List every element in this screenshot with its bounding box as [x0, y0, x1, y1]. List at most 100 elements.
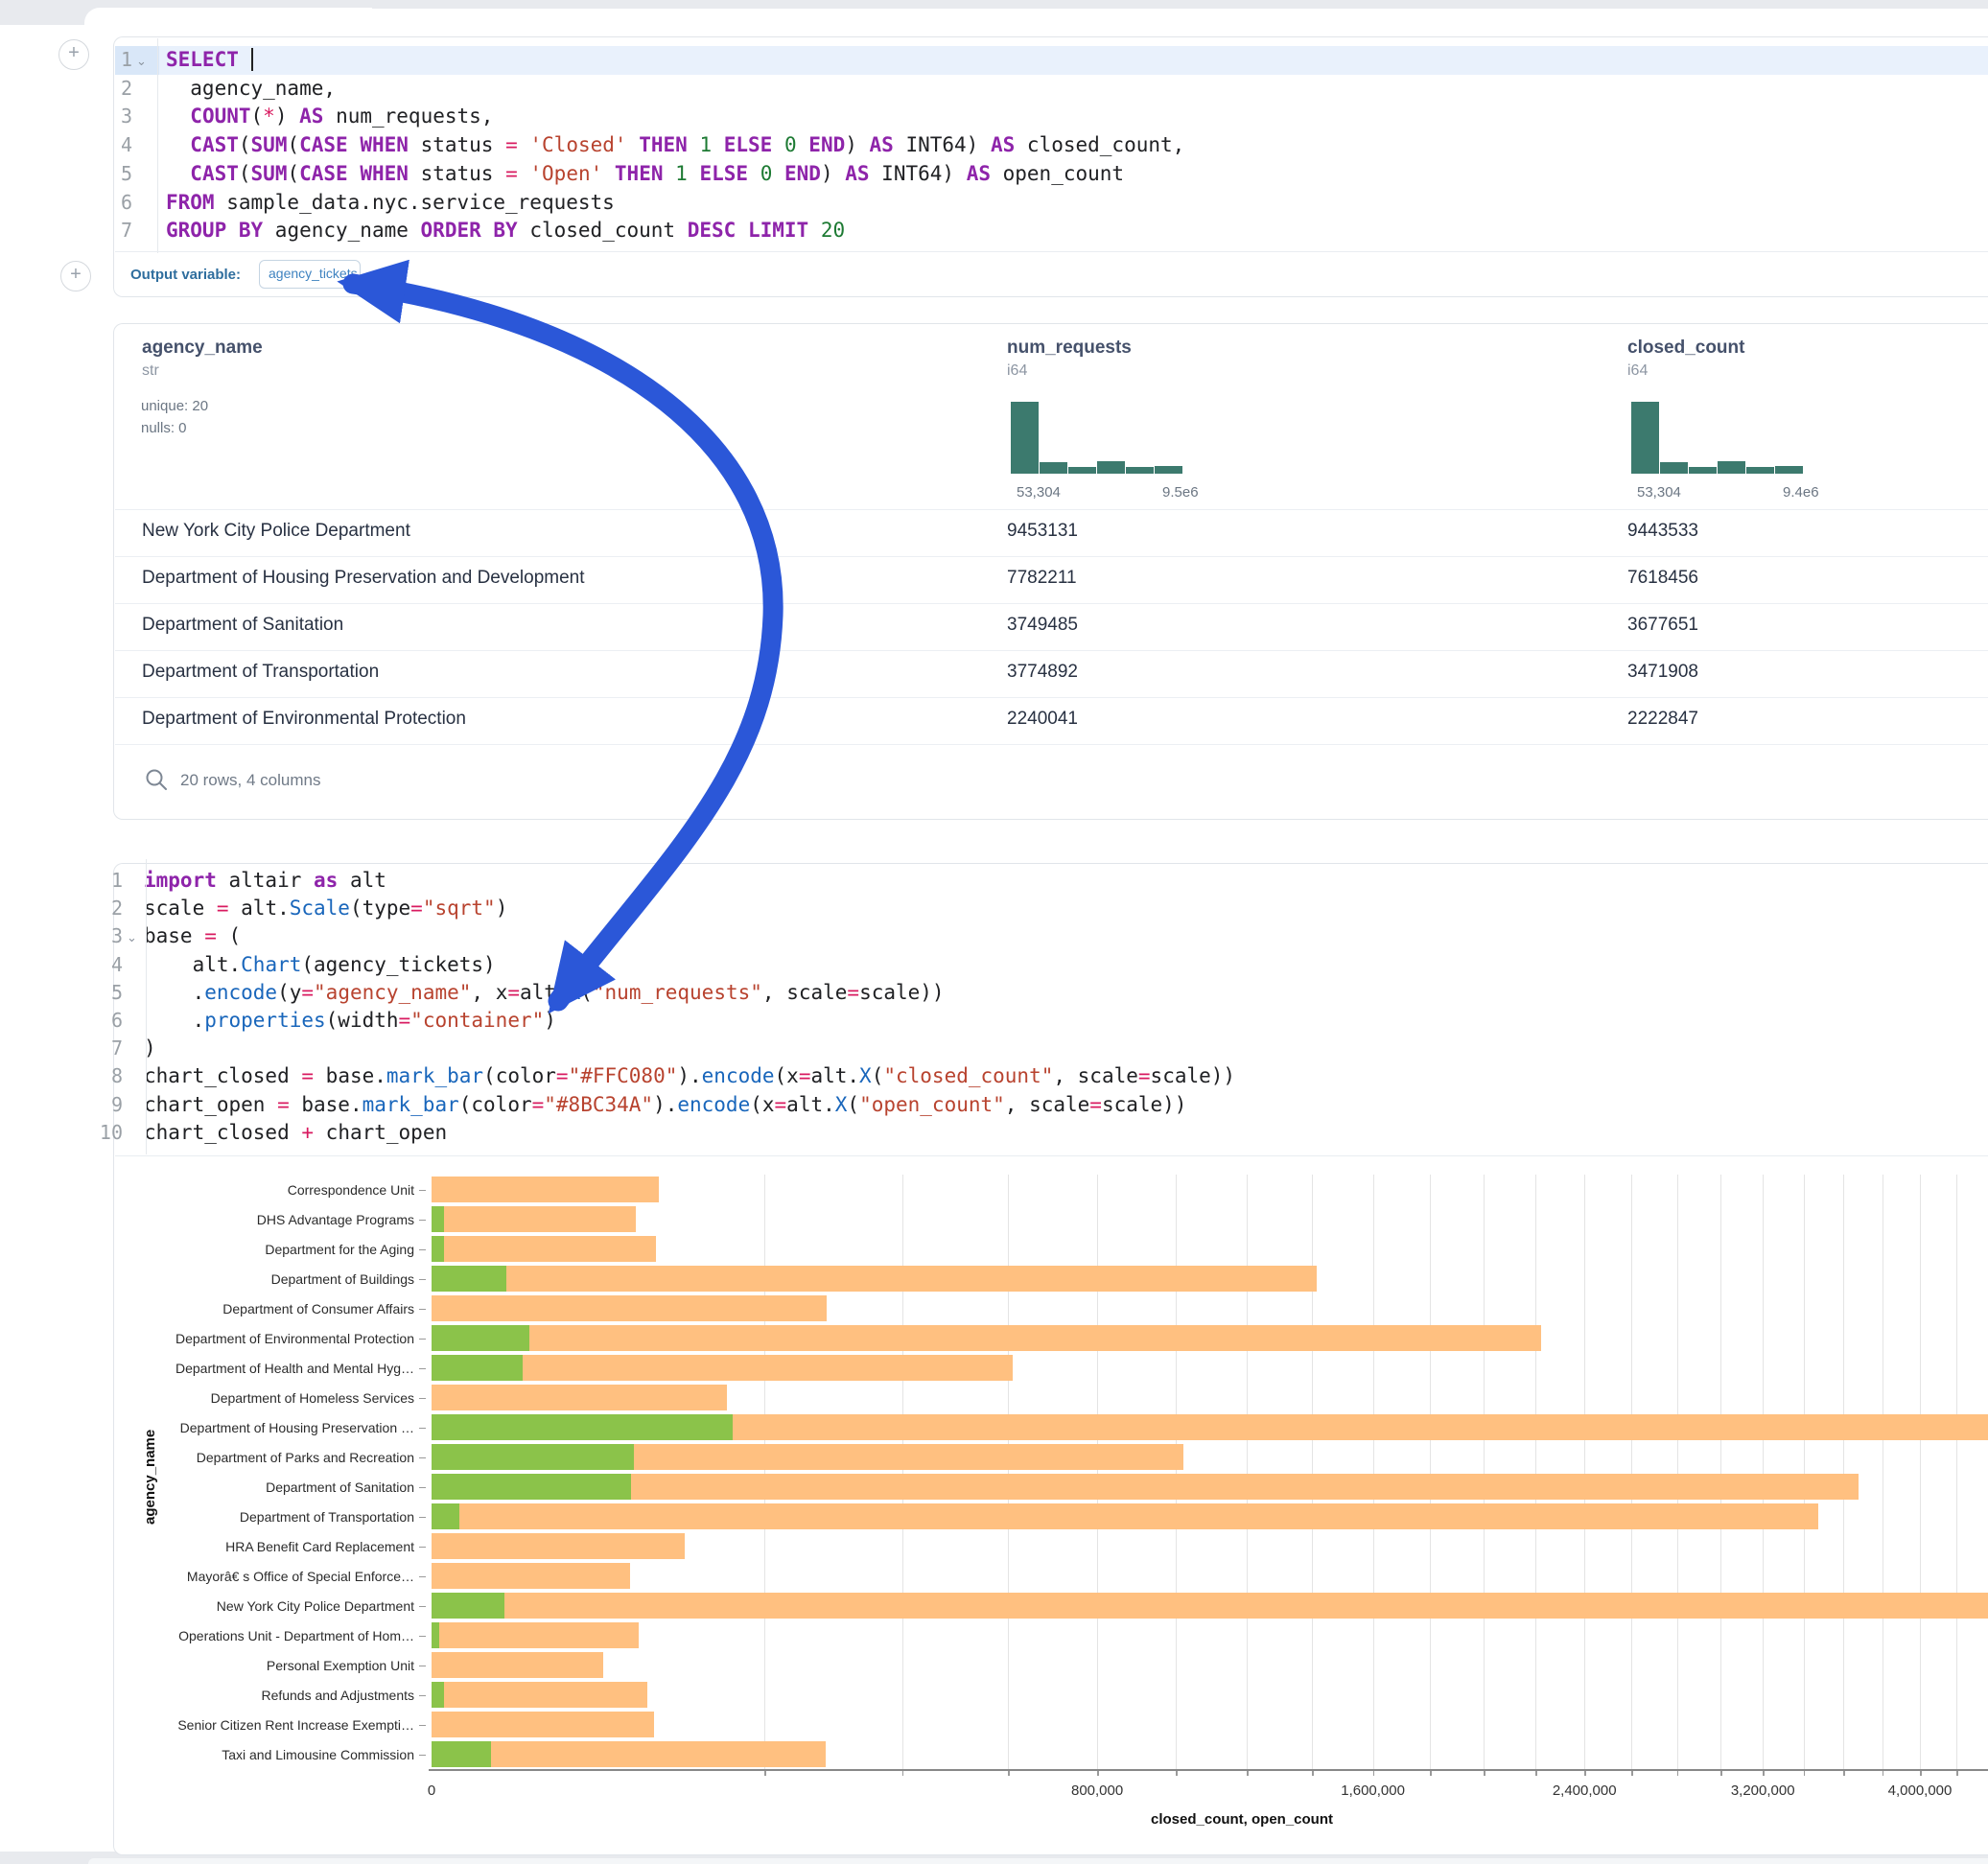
code-line[interactable]: chart_open = base.mark_bar(color="#8BC34…	[144, 1091, 1186, 1119]
bar-closed-count[interactable]	[432, 1682, 647, 1708]
histogram-max-label: 9.4e6	[1783, 484, 1819, 501]
code-line[interactable]: base = (	[144, 922, 241, 950]
bar-closed-count[interactable]	[432, 1652, 603, 1678]
code-line[interactable]: chart_closed + chart_open	[144, 1119, 447, 1147]
fold-chevron-icon[interactable]: ⌄	[136, 47, 147, 75]
bar-open-count[interactable]	[432, 1355, 523, 1381]
bar-open-count[interactable]	[432, 1266, 506, 1292]
bar-closed-count[interactable]	[432, 1503, 1818, 1529]
cell-agency-name: Department of Housing Preservation and D…	[142, 568, 585, 589]
add-cell-button-middle[interactable]: +	[60, 261, 91, 291]
column-type: i64	[1627, 362, 1648, 380]
bar-closed-count[interactable]	[432, 1385, 727, 1410]
column-header-num_requests[interactable]: num_requests	[1007, 338, 1132, 359]
table-row[interactable]: Department of Sanitation37494853677651	[115, 603, 1988, 650]
gridline	[1720, 1175, 1721, 1769]
notebook-page: + + 1⌄SELECT 2 agency_name,3 COUNT(*) AS…	[0, 0, 1988, 1864]
gridline	[1008, 1175, 1009, 1769]
bar-closed-count[interactable]	[432, 1266, 1317, 1292]
bar-open-count[interactable]	[432, 1622, 439, 1648]
bar-closed-count[interactable]	[432, 1236, 656, 1262]
bar-open-count[interactable]	[432, 1236, 444, 1262]
column-header-closed_count[interactable]: closed_count	[1627, 338, 1744, 359]
cell-agency-name: Department of Environmental Protection	[142, 709, 466, 730]
code-line[interactable]: COUNT(*) AS num_requests,	[166, 103, 493, 130]
y-axis-tick	[419, 1190, 426, 1192]
table-row[interactable]: Department of Housing Preservation and D…	[115, 556, 1988, 603]
gutter-separator	[146, 859, 147, 1154]
x-axis-line	[429, 1769, 1988, 1771]
code-line[interactable]: CAST(SUM(CASE WHEN status = 'Open' THEN …	[166, 160, 1124, 188]
histogram-max-label: 9.5e6	[1162, 484, 1199, 501]
x-axis-title: closed_count, open_count	[1151, 1811, 1333, 1828]
bar-closed-count[interactable]	[432, 1712, 654, 1737]
y-axis-label: Taxi and Limousine Commission	[125, 1747, 414, 1762]
cell-num-requests: 3749485	[1007, 615, 1078, 636]
y-axis-title: agency_name	[142, 1430, 158, 1525]
sql-cell-divider	[115, 251, 1988, 252]
bar-open-count[interactable]	[432, 1325, 529, 1351]
add-cell-button-top[interactable]: +	[58, 39, 89, 70]
code-line[interactable]: scale = alt.Scale(type="sqrt")	[144, 895, 507, 922]
table-search-icon[interactable]	[144, 767, 169, 792]
code-line[interactable]: GROUP BY agency_name ORDER BY closed_cou…	[166, 217, 845, 245]
bar-open-count[interactable]	[432, 1206, 444, 1232]
code-line[interactable]: agency_name,	[166, 75, 336, 103]
fold-chevron-icon[interactable]: ⌄	[127, 923, 137, 951]
y-axis-tick	[419, 1755, 426, 1757]
table-row[interactable]: New York City Police Department945313194…	[115, 509, 1988, 556]
y-axis-tick	[419, 1547, 426, 1549]
bar-open-count[interactable]	[432, 1503, 459, 1529]
table-row[interactable]: Department of Environmental Protection 22…	[115, 697, 1988, 744]
column-header-agency_name[interactable]: agency_name	[142, 338, 263, 359]
gridline	[1584, 1175, 1585, 1769]
cell-closed-count: 2222847	[1627, 709, 1698, 730]
bar-open-count[interactable]	[432, 1474, 631, 1500]
gridline	[1920, 1175, 1921, 1769]
cell-num-requests: 2240041	[1007, 709, 1078, 730]
line-number: 5	[79, 979, 123, 1007]
line-number: 1	[88, 46, 132, 74]
code-line[interactable]: chart_closed = base.mark_bar(color="#FFC…	[144, 1062, 1235, 1090]
bar-closed-count[interactable]	[432, 1474, 1859, 1500]
y-axis-tick	[419, 1457, 426, 1459]
x-axis-tick-label: 800,000	[1071, 1782, 1123, 1799]
gutter-separator	[157, 38, 158, 253]
bar-open-count[interactable]	[432, 1414, 733, 1440]
code-line[interactable]: SELECT	[166, 46, 251, 74]
output-variable-pill[interactable]: agency_tickets	[259, 260, 361, 289]
cell-agency-name: New York City Police Department	[142, 521, 410, 542]
bar-closed-count[interactable]	[432, 1206, 636, 1232]
bar-closed-count[interactable]	[432, 1622, 639, 1648]
bar-closed-count[interactable]	[432, 1593, 1988, 1619]
y-axis-tick	[419, 1368, 426, 1370]
column-histogram	[1011, 402, 1183, 474]
cell-closed-count: 3677651	[1627, 615, 1698, 636]
bar-open-count[interactable]	[432, 1741, 491, 1767]
code-line[interactable]: FROM sample_data.nyc.service_requests	[166, 189, 615, 217]
code-line[interactable]: import altair as alt	[144, 867, 386, 895]
y-axis-tick	[419, 1339, 426, 1340]
bar-open-count[interactable]	[432, 1444, 634, 1470]
x-axis-tick-label: 3,200,000	[1731, 1782, 1795, 1799]
bar-open-count[interactable]	[432, 1593, 504, 1619]
gridline	[1535, 1175, 1536, 1769]
bar-closed-count[interactable]	[432, 1295, 827, 1321]
code-line[interactable]: .properties(width="container")	[144, 1007, 556, 1035]
table-row[interactable]: Department of Transportation377489234719…	[115, 650, 1988, 697]
code-line[interactable]: CAST(SUM(CASE WHEN status = 'Closed' THE…	[166, 131, 1184, 159]
bar-closed-count[interactable]	[432, 1533, 685, 1559]
bar-closed-count[interactable]	[432, 1563, 630, 1589]
y-axis-tick	[419, 1666, 426, 1667]
cell-closed-count: 9443533	[1627, 521, 1698, 542]
output-variable-label: Output variable:	[130, 267, 241, 283]
code-line[interactable]: alt.Chart(agency_tickets)	[144, 951, 496, 979]
code-line[interactable]: .encode(y="agency_name", x=alt.X("num_re…	[144, 979, 945, 1007]
gridline	[1176, 1175, 1177, 1769]
bar-closed-count[interactable]	[432, 1325, 1541, 1351]
cell-num-requests: 7782211	[1007, 568, 1077, 589]
gridline	[1843, 1175, 1844, 1769]
bar-open-count[interactable]	[432, 1682, 444, 1708]
bar-closed-count[interactable]	[432, 1177, 659, 1202]
y-axis-label: Personal Exemption Unit	[125, 1658, 414, 1673]
